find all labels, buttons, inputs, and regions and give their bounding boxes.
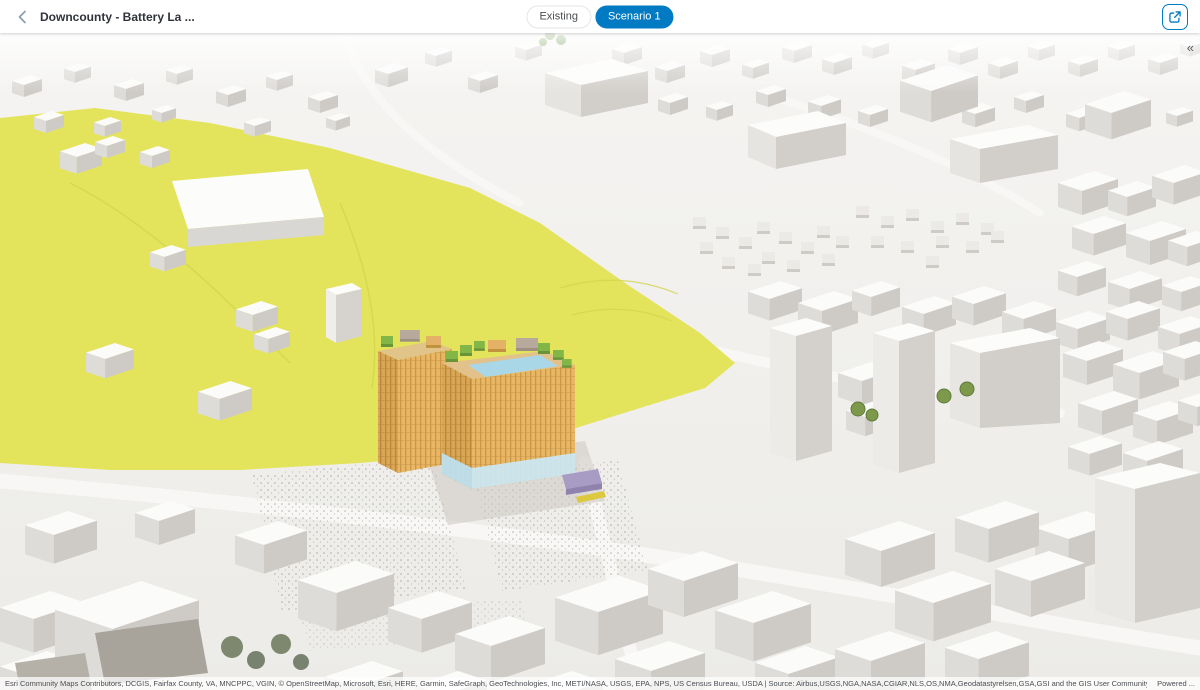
export-icon [1169,10,1181,23]
powered-by-text: Powered ... [1157,679,1195,688]
top-bar: Downcounty - Battery La ... Existing Sce… [0,0,1200,33]
map-3d-view[interactable]: « Esri Community Maps Contributors, DCGI… [0,33,1200,690]
back-button[interactable] [12,7,32,27]
page-title: Downcounty - Battery La ... [40,9,195,24]
toggle-existing[interactable]: Existing [526,5,591,28]
scene [0,33,1200,690]
horizon-haze [0,33,1200,93]
attribution-text: Esri Community Maps Contributors, DCGIS,… [5,679,1148,688]
land-use-zone [0,108,735,470]
scenario-toggle: Existing Scenario 1 [526,5,674,28]
attribution-bar: Esri Community Maps Contributors, DCGIS,… [0,677,1200,690]
export-button[interactable] [1162,3,1188,30]
panel-collapse-button[interactable]: « [1187,41,1194,54]
toggle-scenario-1[interactable]: Scenario 1 [594,5,674,28]
chevron-left-icon [18,10,26,23]
